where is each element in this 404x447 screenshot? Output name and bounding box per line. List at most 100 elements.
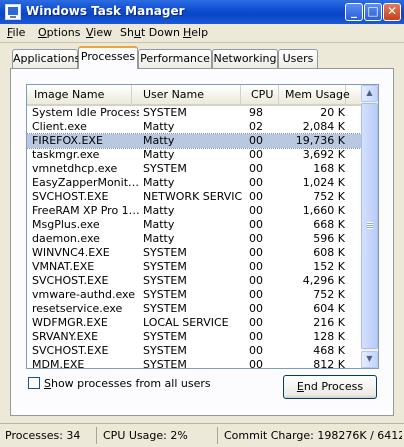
close-button[interactable]: ✕	[383, 3, 401, 21]
process-cpu: 00	[249, 358, 263, 369]
process-user-name: SYSTEM	[143, 344, 187, 357]
process-row[interactable]: vmnetdhcp.exe SYSTEM 00 168 K	[27, 162, 361, 176]
end-process-button[interactable]: End Process	[283, 375, 377, 399]
process-user-name: SYSTEM	[143, 162, 187, 175]
column-header: Image Name User Name CPU Mem Usage	[27, 85, 361, 106]
column-mem-usage[interactable]: Mem Usage	[279, 85, 350, 104]
tab-networking[interactable]: Networking	[212, 49, 278, 68]
process-row[interactable]: SVCHOST.EXE SYSTEM 00 4,296 K	[27, 274, 361, 288]
menu-bar: File Options View Shut Down Help	[0, 24, 404, 42]
process-row[interactable]: SVCHOST.EXE SYSTEM 00 468 K	[27, 344, 361, 358]
tab-applications[interactable]: Applications	[12, 49, 80, 68]
process-image-name: System Idle Process	[32, 106, 139, 119]
scroll-down-arrow-icon[interactable]: ▼	[361, 351, 378, 368]
process-row[interactable]: FreeRAM XP Pro 1… Matty 00 1,660 K	[27, 204, 361, 218]
process-image-name: EasyZapperMonit…	[32, 176, 139, 189]
minimize-button[interactable]: _	[345, 3, 363, 21]
tab-users[interactable]: Users	[278, 49, 318, 68]
process-image-name: vmnetdhcp.exe	[32, 162, 118, 175]
process-mem-usage: 216 K	[313, 316, 345, 329]
process-row[interactable]: MsgPlus.exe Matty 00 668 K	[27, 218, 361, 232]
status-commit-charge: Commit Charge: 198276K / 6412	[224, 429, 402, 442]
process-cpu: 00	[249, 176, 263, 189]
process-mem-usage: 604 K	[313, 302, 345, 315]
process-row[interactable]: MDM.EXE SYSTEM 00 812 K	[27, 358, 361, 369]
process-cpu: 00	[249, 134, 263, 147]
status-cpu-usage: CPU Usage: 2%	[103, 429, 188, 442]
process-user-name: Matty	[143, 134, 175, 147]
process-row[interactable]: EasyZapperMonit… Matty 00 1,024 K	[27, 176, 361, 190]
process-cpu: 00	[249, 330, 263, 343]
title-bar[interactable]: Windows Task Manager _ □ ✕	[0, 0, 404, 24]
process-cpu: 00	[249, 190, 263, 203]
process-cpu: 00	[249, 344, 263, 357]
scroll-up-arrow-icon[interactable]: ▲	[361, 85, 378, 102]
process-image-name: Client.exe	[32, 120, 87, 133]
task-manager-icon	[5, 4, 21, 20]
tab-processes[interactable]: Processes	[78, 46, 138, 69]
status-bar: Processes: 34 CPU Usage: 2% Commit Charg…	[0, 423, 404, 447]
process-user-name: SYSTEM	[143, 274, 187, 287]
process-row[interactable]: vmware-authd.exe SYSTEM 00 752 K	[27, 288, 361, 302]
process-user-name: SYSTEM	[143, 302, 187, 315]
show-all-users-checkbox[interactable]	[28, 377, 40, 389]
column-image-name[interactable]: Image Name	[27, 85, 132, 104]
process-mem-usage: 152 K	[313, 260, 345, 273]
column-cpu[interactable]: CPU	[241, 85, 279, 104]
process-mem-usage: 752 K	[313, 190, 345, 203]
process-image-name: VMNAT.EXE	[32, 260, 95, 273]
process-row[interactable]: SRVANY.EXE SYSTEM 00 128 K	[27, 330, 361, 344]
process-cpu: 00	[249, 232, 263, 245]
process-row[interactable]: daemon.exe Matty 00 596 K	[27, 232, 361, 246]
process-image-name: SVCHOST.EXE	[32, 344, 109, 357]
process-cpu: 00	[249, 204, 263, 217]
process-user-name: NETWORK SERVICE	[143, 190, 243, 203]
menu-divider	[0, 42, 404, 43]
process-image-name: FIREFOX.EXE	[32, 134, 103, 147]
column-user-name[interactable]: User Name	[132, 85, 241, 104]
process-row[interactable]: FIREFOX.EXE Matty 00 19,736 K	[27, 133, 362, 149]
menu-options[interactable]: Options	[38, 26, 80, 39]
process-row[interactable]: VMNAT.EXE SYSTEM 00 152 K	[27, 260, 361, 274]
process-cpu: 00	[249, 260, 263, 273]
process-user-name: SYSTEM	[143, 330, 187, 343]
process-list[interactable]: Image Name User Name CPU Mem Usage Syste…	[26, 84, 379, 369]
process-row[interactable]: WDFMGR.EXE LOCAL SERVICE 00 216 K	[27, 316, 361, 330]
process-image-name: daemon.exe	[32, 232, 100, 245]
process-user-name: Matty	[143, 218, 175, 231]
process-mem-usage: 596 K	[313, 232, 345, 245]
process-user-name: SYSTEM	[143, 288, 187, 301]
menu-shut-down[interactable]: Shut Down	[120, 26, 180, 39]
process-cpu: 00	[249, 148, 263, 161]
task-manager-window: Windows Task Manager _ □ ✕ File Options …	[0, 0, 404, 447]
status-divider	[96, 427, 97, 444]
maximize-button[interactable]: □	[364, 3, 382, 21]
process-mem-usage: 4,296 K	[302, 274, 345, 287]
process-user-name: LOCAL SERVICE	[143, 316, 229, 329]
process-image-name: MDM.EXE	[32, 358, 85, 369]
process-mem-usage: 1,660 K	[302, 204, 345, 217]
process-image-name: FreeRAM XP Pro 1…	[32, 204, 139, 217]
menu-file[interactable]: File	[7, 26, 25, 39]
show-all-users-label[interactable]: Show processes from all users	[44, 377, 211, 390]
process-image-name: WDFMGR.EXE	[32, 316, 108, 329]
process-mem-usage: 19,736 K	[295, 134, 345, 147]
process-row[interactable]: taskmgr.exe Matty 00 3,692 K	[27, 148, 361, 162]
tab-performance[interactable]: Performance	[138, 49, 212, 68]
status-divider	[217, 427, 218, 444]
process-row[interactable]: WINVNC4.EXE SYSTEM 00 608 K	[27, 246, 361, 260]
process-row[interactable]: System Idle Process SYSTEM 98 20 K	[27, 106, 361, 120]
menu-help[interactable]: Help	[183, 26, 208, 39]
vertical-scrollbar[interactable]: ▲ ▼	[361, 85, 378, 368]
menu-view[interactable]: View	[86, 26, 112, 39]
process-row[interactable]: resetservice.exe SYSTEM 00 604 K	[27, 302, 361, 316]
process-user-name: SYSTEM	[143, 358, 187, 369]
process-image-name: vmware-authd.exe	[32, 288, 135, 301]
process-image-name: SVCHOST.EXE	[32, 274, 109, 287]
process-row[interactable]: Client.exe Matty 02 2,084 K	[27, 120, 361, 134]
process-mem-usage: 468 K	[313, 344, 345, 357]
scroll-thumb[interactable]	[361, 103, 378, 349]
process-row[interactable]: SVCHOST.EXE NETWORK SERVICE 00 752 K	[27, 190, 361, 204]
process-mem-usage: 608 K	[313, 246, 345, 259]
process-mem-usage: 128 K	[313, 330, 345, 343]
